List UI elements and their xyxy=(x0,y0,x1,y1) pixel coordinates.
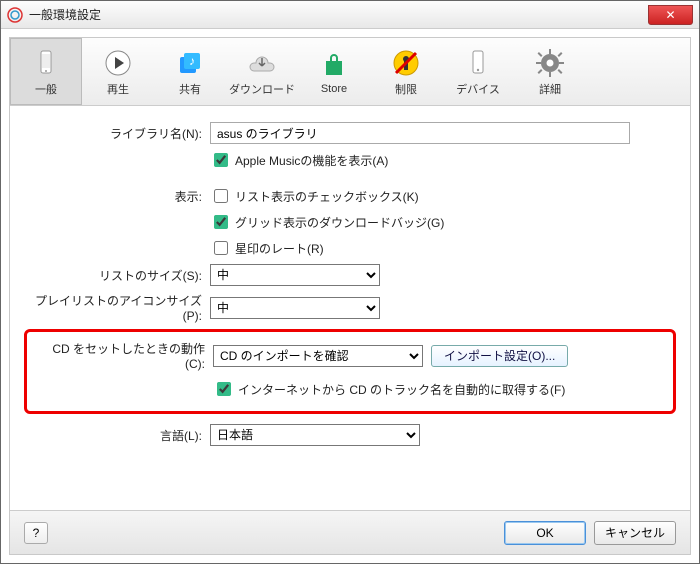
tab-device[interactable]: デバイス xyxy=(442,38,514,105)
star-rating-option[interactable]: 星印のレート(R) xyxy=(210,238,324,258)
list-checkbox-option[interactable]: リスト表示のチェックボックス(K) xyxy=(210,186,419,206)
apple-music-checkbox-input[interactable] xyxy=(214,153,228,167)
star-rating-input[interactable] xyxy=(214,241,228,255)
grid-download-label: グリッド表示のダウンロードバッジ(G) xyxy=(235,214,444,231)
tab-label: デバイス xyxy=(456,81,500,97)
list-size-label: リストのサイズ(S): xyxy=(30,267,210,284)
tab-label: 共有 xyxy=(179,81,201,97)
tab-general[interactable]: 一般 xyxy=(10,38,82,105)
apple-music-checkbox-label: Apple Musicの機能を表示(A) xyxy=(235,152,388,169)
window-title: 一般環境設定 xyxy=(29,6,101,23)
tab-label: 詳細 xyxy=(539,81,561,97)
titlebar: 一般環境設定 ✕ xyxy=(1,1,699,29)
display-label: 表示: xyxy=(30,188,210,205)
tab-label: 再生 xyxy=(107,81,129,97)
tab-download[interactable]: ダウンロード xyxy=(226,38,298,105)
store-icon xyxy=(318,49,350,81)
cd-action-label: CD をセットしたときの動作(C): xyxy=(33,340,213,371)
svg-text:♪: ♪ xyxy=(189,54,195,68)
auto-track-names-label: インターネットから CD のトラック名を自動的に取得する(F) xyxy=(238,381,565,398)
grid-download-option[interactable]: グリッド表示のダウンロードバッジ(G) xyxy=(210,212,444,232)
list-checkbox-input[interactable] xyxy=(214,189,228,203)
cd-section-highlight: CD をセットしたときの動作(C): CD のインポートを確認 インポート設定(… xyxy=(24,329,676,414)
preferences-window: 一般環境設定 ✕ 一般 再生 ♪ 共有 xyxy=(0,0,700,564)
tab-restrictions[interactable]: 制限 xyxy=(370,38,442,105)
panel: 一般 再生 ♪ 共有 ダウンロード Store xyxy=(9,37,691,555)
language-select[interactable]: 日本語 xyxy=(210,424,420,446)
list-size-select[interactable]: 中 xyxy=(210,264,380,286)
language-label: 言語(L): xyxy=(30,427,210,444)
restriction-icon xyxy=(390,47,422,79)
tab-advanced[interactable]: 詳細 xyxy=(514,38,586,105)
apple-music-checkbox[interactable]: Apple Musicの機能を表示(A) xyxy=(210,150,388,170)
playlist-icon-size-select[interactable]: 中 xyxy=(210,297,380,319)
app-icon xyxy=(7,7,23,23)
tab-sharing[interactable]: ♪ 共有 xyxy=(154,38,226,105)
cancel-button[interactable]: キャンセル xyxy=(594,521,676,545)
client-area: 一般 再生 ♪ 共有 ダウンロード Store xyxy=(1,29,699,563)
gear-icon xyxy=(534,47,566,79)
tab-store[interactable]: Store xyxy=(298,38,370,105)
phone-icon xyxy=(30,47,62,79)
device-icon xyxy=(462,47,494,79)
general-pane: ライブラリ名(N): Apple Musicの機能を表示(A) 表示: xyxy=(10,106,690,510)
star-rating-label: 星印のレート(R) xyxy=(235,240,324,257)
auto-track-names-option[interactable]: インターネットから CD のトラック名を自動的に取得する(F) xyxy=(213,379,565,399)
tab-playback[interactable]: 再生 xyxy=(82,38,154,105)
playlist-icon-size-label: プレイリストのアイコンサイズ(P): xyxy=(30,292,210,323)
library-name-label: ライブラリ名(N): xyxy=(30,125,210,142)
library-name-input[interactable] xyxy=(210,122,630,144)
close-icon: ✕ xyxy=(665,8,675,22)
prefs-toolbar: 一般 再生 ♪ 共有 ダウンロード Store xyxy=(10,38,690,106)
tab-label: 一般 xyxy=(35,81,57,97)
auto-track-names-input[interactable] xyxy=(217,382,231,396)
play-icon xyxy=(102,47,134,79)
tab-label: Store xyxy=(321,83,347,95)
window-close-button[interactable]: ✕ xyxy=(648,5,693,25)
share-icon: ♪ xyxy=(174,47,206,79)
cd-action-select[interactable]: CD のインポートを確認 xyxy=(213,345,423,367)
tab-label: 制限 xyxy=(395,81,417,97)
download-icon xyxy=(246,47,278,79)
button-bar: ? OK キャンセル xyxy=(10,510,690,554)
list-checkbox-label: リスト表示のチェックボックス(K) xyxy=(235,188,419,205)
help-button[interactable]: ? xyxy=(24,522,48,544)
import-settings-button[interactable]: インポート設定(O)... xyxy=(431,345,568,367)
grid-download-input[interactable] xyxy=(214,215,228,229)
tab-label: ダウンロード xyxy=(229,81,295,97)
ok-button[interactable]: OK xyxy=(504,521,586,545)
